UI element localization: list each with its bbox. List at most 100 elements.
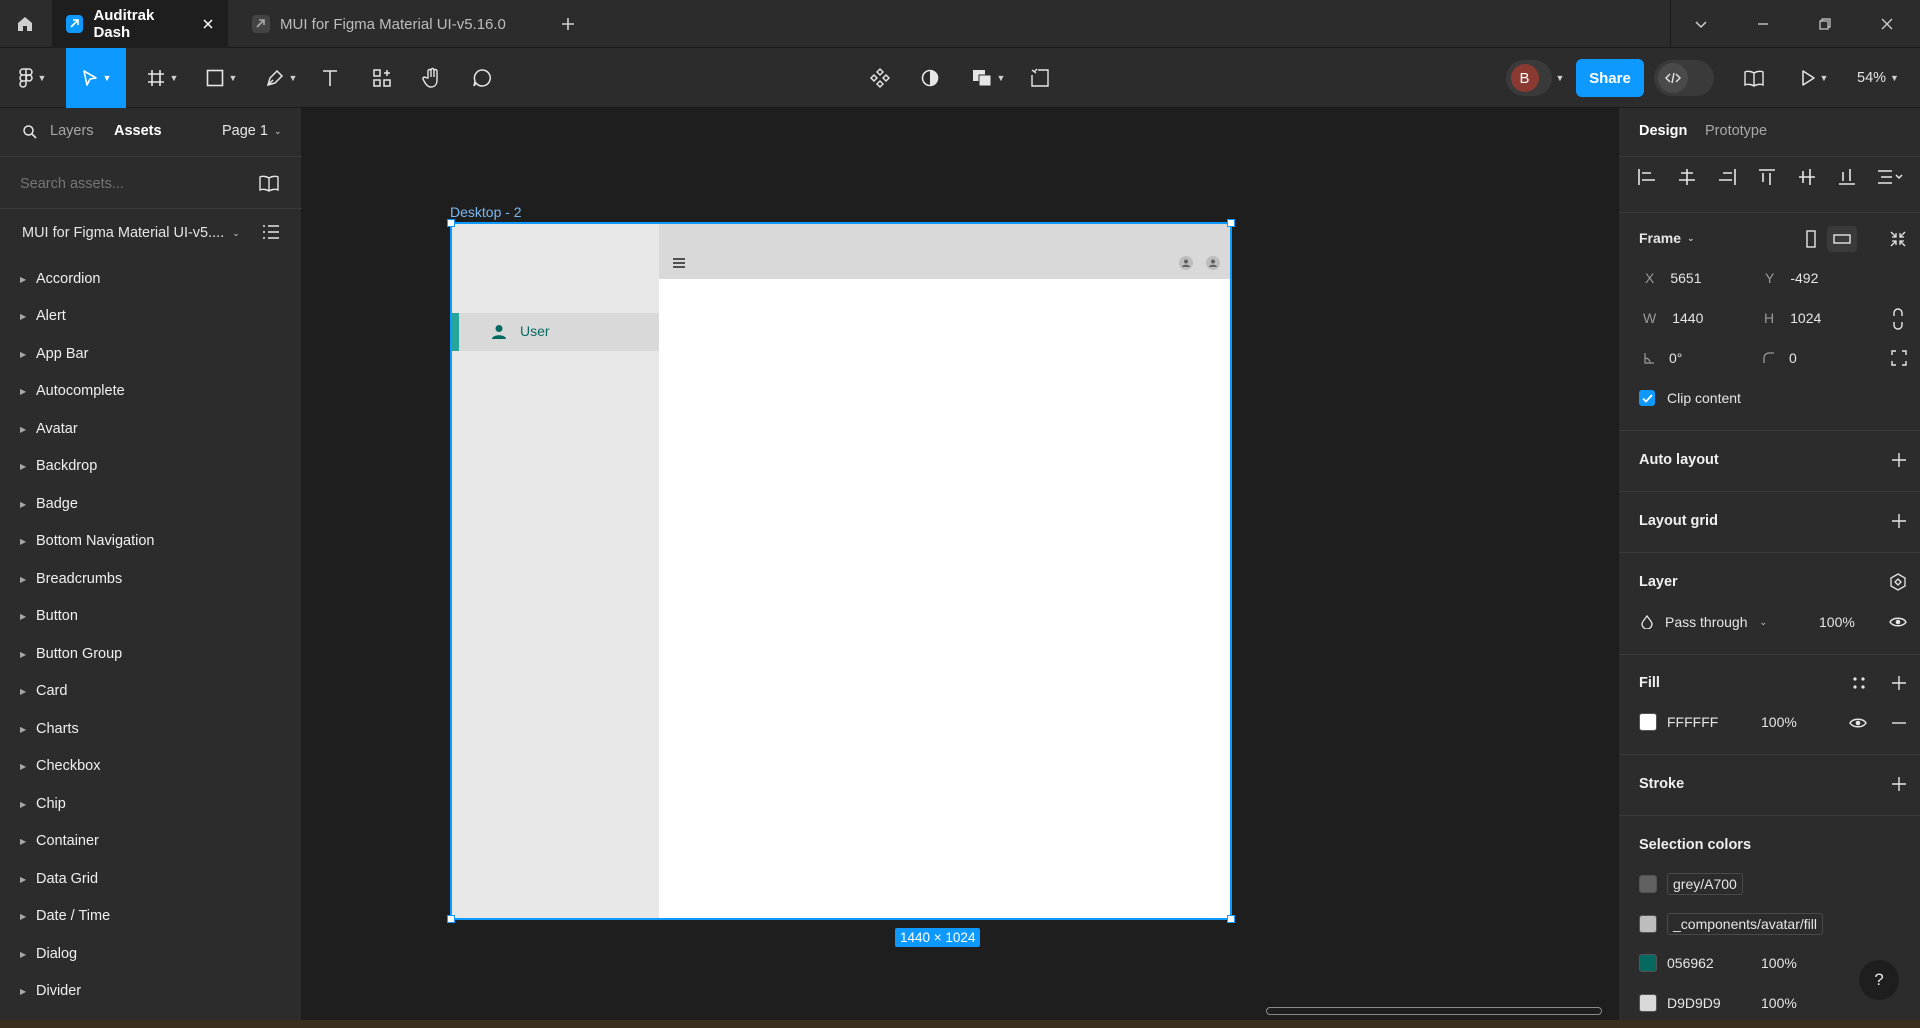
list-item[interactable]: ▶ Avatar [20,414,78,444]
width-field[interactable]: W 1440 [1643,310,1703,326]
tab-prototype[interactable]: Prototype [1705,123,1767,139]
comment-tool-button[interactable] [468,48,496,108]
list-item[interactable]: ▶ App Bar [20,339,88,369]
list-item[interactable]: ▶ Badge [20,489,78,519]
y-field[interactable]: Y -492 [1765,270,1818,286]
list-item[interactable]: ▶ Chip [20,789,66,819]
layer-variable-icon[interactable] [1889,573,1907,591]
tab-layers[interactable]: Layers [50,123,94,139]
list-item[interactable]: ▶ Backdrop [20,451,97,481]
selection-color-row[interactable]: D9D9D9 [1639,994,1721,1012]
align-top-icon[interactable] [1757,168,1777,186]
list-item[interactable]: ▶ Button Group [20,639,122,669]
add-layout-grid-plus-icon[interactable] [1891,513,1907,529]
frame-label[interactable]: Desktop - 2 [450,204,522,220]
crop-button[interactable] [1026,48,1054,108]
style-grid-icon[interactable] [1851,675,1867,691]
rotation-field[interactable]: 0° [1643,350,1682,366]
corner-radius-field[interactable]: 0 [1763,350,1797,366]
fill-swatch[interactable] [1639,713,1657,731]
add-auto-layout-plus-icon[interactable] [1891,452,1907,468]
restore-icon[interactable] [1794,0,1856,48]
color-opacity[interactable]: 100% [1761,995,1797,1011]
align-left-icon[interactable] [1637,168,1657,186]
list-item[interactable]: ▶ Autocomplete [20,376,125,406]
list-item[interactable]: ▶ Divider [20,976,81,1006]
blend-mode-dropdown[interactable]: Pass through ⌄ [1641,614,1767,630]
eye-visibility-icon[interactable] [1849,716,1867,730]
remove-fill-minus-icon[interactable] [1891,722,1907,724]
fill-opacity[interactable]: 100% [1761,714,1797,730]
selection-color-row[interactable]: _components/avatar/fill [1639,913,1823,935]
align-bottom-icon[interactable] [1837,168,1857,186]
shape-tool-button[interactable]: ▼ [198,48,244,108]
independent-corners-icon[interactable] [1891,350,1907,366]
move-tool-button[interactable]: ▼ [66,48,126,108]
fill-row[interactable]: FFFFFF [1639,713,1718,731]
canvas[interactable]: Desktop - 2 User 1440 × 1024 [302,108,1618,1020]
list-item[interactable]: ▶ Data Grid [20,864,98,894]
library-book-icon[interactable] [258,174,280,192]
clip-content-checkbox[interactable]: Clip content [1639,390,1741,406]
landscape-icon[interactable] [1827,226,1857,252]
list-item[interactable]: ▶ Alert [20,301,66,331]
align-horizontal-center-icon[interactable] [1677,168,1697,186]
chevron-down-icon[interactable] [1670,0,1732,48]
layer-opacity[interactable]: 100% [1819,614,1855,630]
color-swatch[interactable] [1639,875,1657,893]
resize-handle-bottom-right[interactable] [1227,915,1235,923]
height-field[interactable]: H 1024 [1764,310,1821,326]
selection-color-row[interactable]: 056962 [1639,954,1714,972]
list-item[interactable]: ▶ Charts [20,714,79,744]
list-item[interactable]: ▶ Dialog [20,939,77,969]
nav-item-user[interactable]: User [452,313,659,351]
resize-handle-bottom-left[interactable] [447,915,455,923]
boolean-button[interactable]: ▼ [966,48,1010,108]
list-item[interactable]: ▶ Date / Time [20,901,110,931]
list-item[interactable]: ▶ Breadcrumbs [20,564,122,594]
library-selector[interactable]: MUI for Figma Material UI-v5.... ⌄ [22,225,240,241]
frame-tool-button[interactable]: ▼ [138,48,186,108]
desktop-frame[interactable]: User [447,219,1235,923]
search-assets-input[interactable] [20,172,250,196]
constrain-proportions-icon[interactable] [1891,308,1905,330]
list-item[interactable]: ▶ Container [20,826,99,856]
add-fill-plus-icon[interactable] [1891,675,1907,691]
color-swatch[interactable] [1639,994,1657,1012]
list-item[interactable]: ▶ Bottom Navigation [20,526,154,556]
color-swatch[interactable] [1639,915,1657,933]
tab-design[interactable]: Design [1639,123,1687,139]
tab-auditrak-dash[interactable]: Auditrak Dash [52,0,228,48]
minimize-icon[interactable] [1732,0,1794,48]
resize-handle-top-right[interactable] [1227,219,1235,227]
share-button[interactable]: Share [1576,59,1644,97]
eye-visibility-icon[interactable] [1889,615,1907,629]
pen-tool-button[interactable]: ▼ [258,48,304,108]
portrait-icon[interactable] [1801,228,1821,250]
mask-button[interactable] [916,48,944,108]
x-field[interactable]: X 5651 [1645,270,1702,286]
dev-mode-toggle[interactable] [1654,48,1714,108]
close-window-icon[interactable] [1856,0,1918,48]
page-selector[interactable]: Page 1 ⌄ [222,123,282,139]
main-menu-button[interactable]: ▼ [10,48,54,108]
selection-color-row[interactable]: grey/A700 [1639,873,1743,895]
text-tool-button[interactable] [316,48,344,108]
color-swatch[interactable] [1639,954,1657,972]
list-view-icon[interactable] [262,224,280,240]
list-item[interactable]: ▶ Button [20,601,78,631]
resize-handle-top-left[interactable] [447,219,455,227]
hand-tool-button[interactable] [418,48,446,108]
library-button[interactable] [1740,48,1768,108]
add-stroke-plus-icon[interactable] [1891,776,1907,792]
tab-mui-for-figma[interactable]: MUI for Figma Material UI-v5.16.0 [238,0,546,48]
zoom-dropdown[interactable]: 54% ▼ [1848,48,1908,108]
help-question-icon[interactable]: ? [1859,960,1899,1000]
align-right-icon[interactable] [1717,168,1737,186]
new-tab-plus-icon[interactable] [548,0,588,48]
tab-assets[interactable]: Assets [114,123,162,139]
align-vertical-center-icon[interactable] [1797,168,1817,186]
horizontal-scrollbar[interactable] [1266,1007,1602,1015]
list-item[interactable]: ▶ Checkbox [20,751,100,781]
resources-button[interactable] [368,48,396,108]
